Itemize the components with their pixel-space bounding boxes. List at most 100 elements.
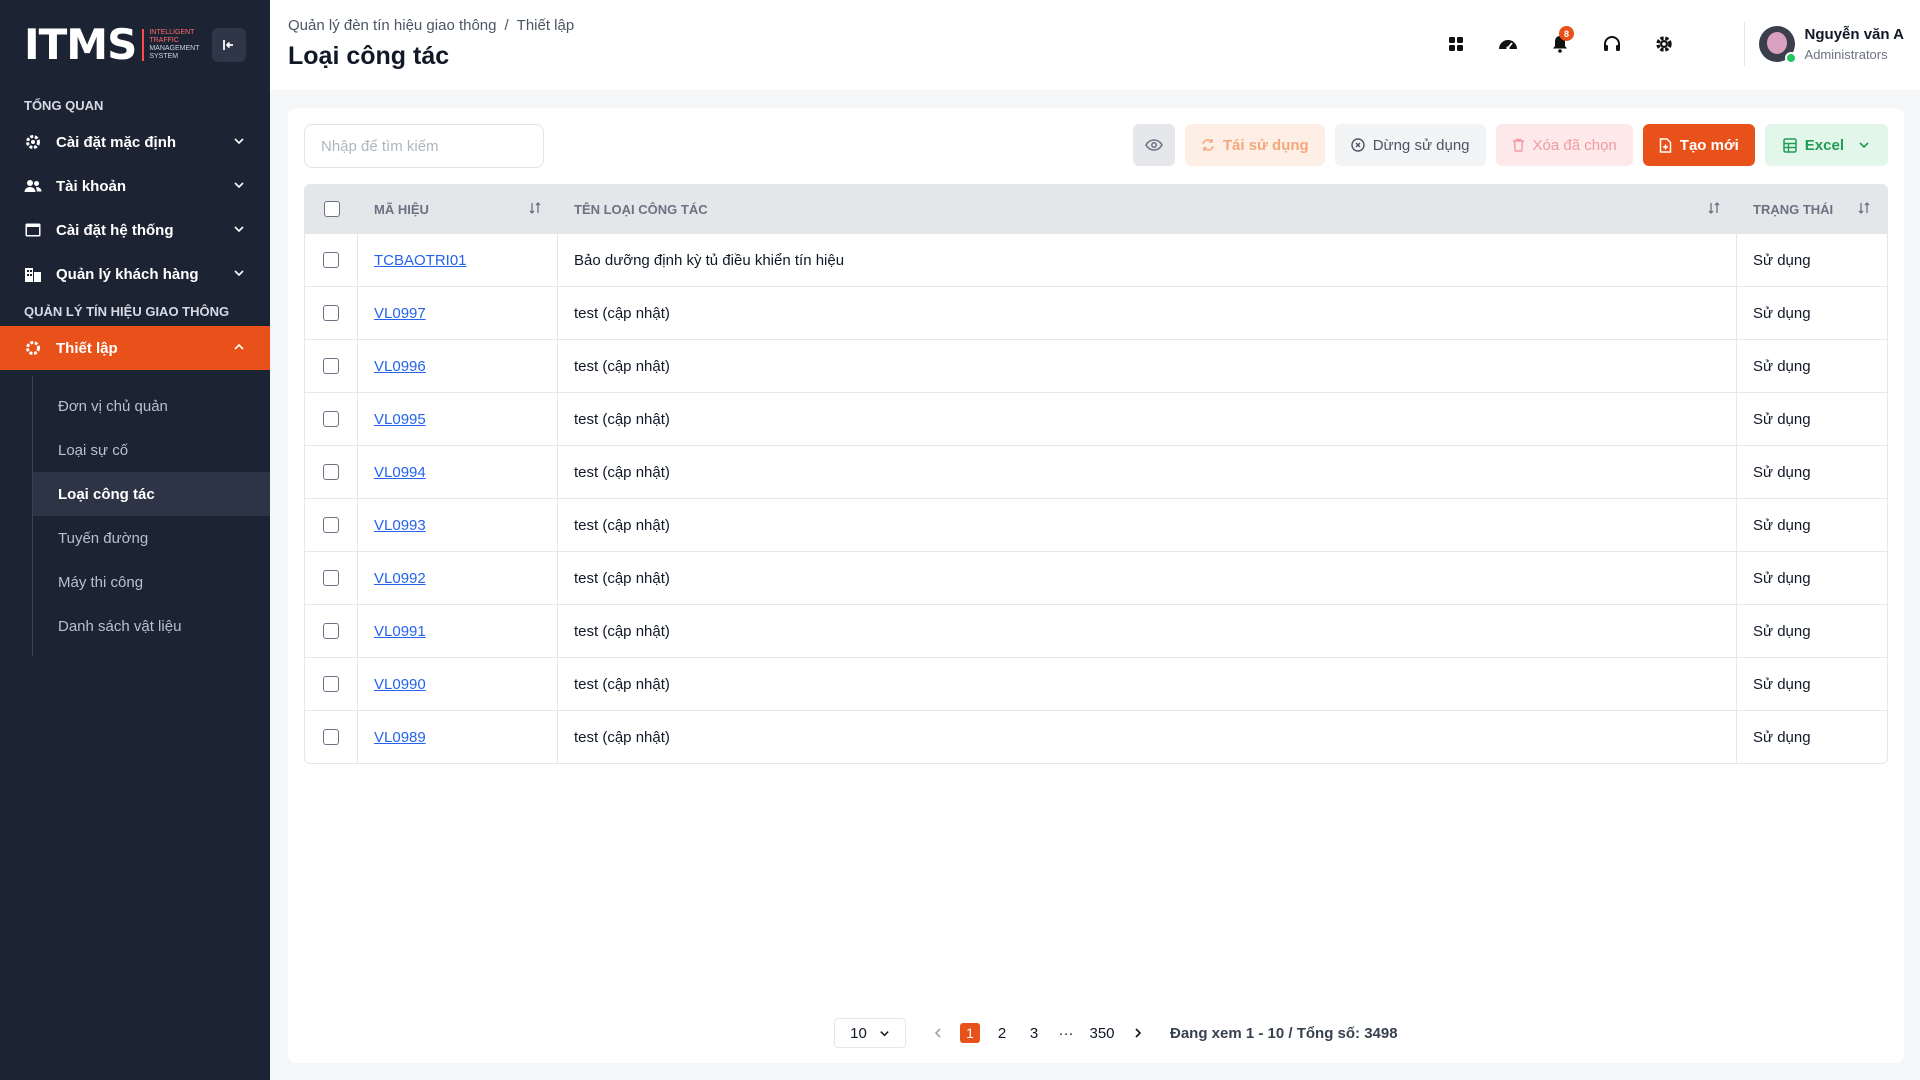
chevron-left-icon xyxy=(934,1028,941,1038)
collapse-sidebar-button[interactable] xyxy=(212,28,246,62)
section-title-traffic: QUẢN LÝ TÍN HIỆU GIAO THÔNG xyxy=(24,303,230,319)
user-menu[interactable]: Nguyễn văn A Administrators xyxy=(1758,26,1904,64)
excel-export-button[interactable]: Excel xyxy=(1764,124,1888,166)
select-all-checkbox[interactable] xyxy=(323,201,340,217)
reuse-button[interactable]: Tái sử dụng xyxy=(1184,124,1325,166)
row-name: test (cập nhật) xyxy=(574,728,670,746)
row-checkbox[interactable] xyxy=(323,570,339,586)
table-header: MÃ HIỆU TÊN LOẠI CÔNG TÁC TRẠNG THÁI xyxy=(305,185,1887,233)
sidebar-subitem-route[interactable]: Tuyến đường xyxy=(33,516,270,560)
page-title: Loại công tác xyxy=(288,42,450,70)
logo: ITMS INTELLIGENT TRAFFIC MANAGEMENT SYST… xyxy=(24,24,202,66)
row-status: Sử dụng xyxy=(1753,463,1811,481)
online-status-dot xyxy=(1784,52,1797,64)
table-row[interactable]: TCBAOTRI01 Bảo dưỡng định kỳ tủ điều khi… xyxy=(305,233,1887,286)
stop-using-label: Dừng sử dụng xyxy=(1372,136,1470,154)
toggle-columns-button[interactable] xyxy=(1132,124,1175,166)
row-code-link[interactable]: TCBAOTRI01 xyxy=(374,252,467,269)
row-name: test (cập nhật) xyxy=(574,357,670,375)
breadcrumb-current[interactable]: Thiết lập xyxy=(517,17,575,34)
stop-using-button[interactable]: Dừng sử dụng xyxy=(1334,124,1486,166)
page-button-1[interactable]: 1 xyxy=(954,1022,986,1044)
table-row[interactable]: VL0989 test (cập nhật) Sử dụng xyxy=(305,710,1887,763)
page-size-select[interactable]: 10 xyxy=(834,1018,906,1048)
settings-button[interactable] xyxy=(1648,28,1680,60)
breadcrumb-parent[interactable]: Quản lý đèn tín hiệu giao thông xyxy=(288,17,497,34)
row-status: Sử dụng xyxy=(1753,410,1811,428)
row-checkbox[interactable] xyxy=(323,411,339,427)
notifications-button[interactable]: 8 xyxy=(1544,26,1576,60)
sidebar-item-system-settings[interactable]: Cài đặt hệ thống xyxy=(0,208,270,252)
row-code-link[interactable]: VL0992 xyxy=(374,570,426,587)
pagination: 10 1 2 3 ··· 350 Đang xem 1 - 10 / Tổng … xyxy=(834,1018,1398,1048)
row-checkbox[interactable] xyxy=(323,623,339,639)
table-row[interactable]: VL0994 test (cập nhật) Sử dụng xyxy=(305,445,1887,498)
row-code-link[interactable]: VL0995 xyxy=(374,411,426,428)
sidebar-item-setup[interactable]: Thiết lập xyxy=(0,326,270,370)
notification-badge: 8 xyxy=(1559,26,1574,41)
breadcrumb: Quản lý đèn tín hiệu giao thông / Thiết … xyxy=(288,17,574,34)
row-checkbox[interactable] xyxy=(323,676,339,692)
row-code-link[interactable]: VL0994 xyxy=(374,464,426,481)
table-row[interactable]: VL0996 test (cập nhật) Sử dụng xyxy=(305,339,1887,392)
page-button-2[interactable]: 2 xyxy=(986,1022,1018,1044)
chevron-right-icon xyxy=(1135,1028,1142,1038)
window-icon xyxy=(24,221,42,239)
table-row[interactable]: VL0995 test (cập nhật) Sử dụng xyxy=(305,392,1887,445)
pagination-info: Đang xem 1 - 10 / Tổng số: 3498 xyxy=(1170,1024,1398,1042)
table-row[interactable]: VL0993 test (cập nhật) Sử dụng xyxy=(305,498,1887,551)
row-checkbox[interactable] xyxy=(323,358,339,374)
gear-icon xyxy=(24,339,42,357)
chevron-down-icon xyxy=(234,226,244,233)
user-name: Nguyễn văn A xyxy=(1804,26,1904,43)
table-row[interactable]: VL0990 test (cập nhật) Sử dụng xyxy=(305,657,1887,710)
column-header-name[interactable]: TÊN LOẠI CÔNG TÁC xyxy=(558,185,1737,233)
support-button[interactable] xyxy=(1596,28,1628,60)
column-header-code[interactable]: MÃ HIỆU xyxy=(358,185,558,233)
sort-icon[interactable] xyxy=(1707,201,1721,215)
apps-grid-button[interactable] xyxy=(1440,28,1472,60)
prev-page-button[interactable] xyxy=(922,1022,954,1044)
row-checkbox[interactable] xyxy=(323,252,339,268)
page-button-last[interactable]: 350 xyxy=(1082,1022,1122,1044)
sidebar-item-customers[interactable]: Quản lý khách hàng xyxy=(0,252,270,296)
collapse-left-icon xyxy=(223,40,233,50)
sidebar-subitem-materials[interactable]: Danh sách vật liệu xyxy=(33,604,270,648)
row-code-link[interactable]: VL0991 xyxy=(374,623,426,640)
row-code-link[interactable]: VL0990 xyxy=(374,676,426,693)
eye-icon xyxy=(1144,139,1163,151)
table-row[interactable]: VL0992 test (cập nhật) Sử dụng xyxy=(305,551,1887,604)
sidebar-item-accounts[interactable]: Tài khoản xyxy=(0,164,270,208)
row-name: Bảo dưỡng định kỳ tủ điều khiển tín hiệu xyxy=(574,251,845,269)
next-page-button[interactable] xyxy=(1122,1022,1154,1044)
row-status: Sử dụng xyxy=(1753,304,1811,322)
row-code-link[interactable]: VL0997 xyxy=(374,305,426,322)
sidebar-subitem-work-type[interactable]: Loại công tác xyxy=(33,472,270,516)
table-row[interactable]: VL0997 test (cập nhật) Sử dụng xyxy=(305,286,1887,339)
row-checkbox[interactable] xyxy=(323,464,339,480)
column-header-status[interactable]: TRẠNG THÁI xyxy=(1737,185,1887,233)
create-new-button[interactable]: Tạo mới xyxy=(1642,124,1755,166)
search-input[interactable] xyxy=(304,124,544,168)
row-checkbox[interactable] xyxy=(323,305,339,321)
page-ellipsis[interactable]: ··· xyxy=(1050,1022,1082,1044)
row-code-link[interactable]: VL0993 xyxy=(374,517,426,534)
delete-selected-button[interactable]: Xóa đã chọn xyxy=(1495,124,1633,166)
table-row[interactable]: VL0991 test (cập nhật) Sử dụng xyxy=(305,604,1887,657)
row-code-link[interactable]: VL0989 xyxy=(374,729,426,746)
row-name: test (cập nhật) xyxy=(574,622,670,640)
sidebar-item-default-settings[interactable]: Cài đặt mặc định xyxy=(0,120,270,164)
row-checkbox[interactable] xyxy=(323,729,339,745)
row-checkbox[interactable] xyxy=(323,517,339,533)
sidebar-subitem-owner-unit[interactable]: Đơn vị chủ quản xyxy=(33,384,270,428)
dashboard-button[interactable] xyxy=(1492,28,1524,60)
avatar xyxy=(1758,26,1797,64)
page-button-3[interactable]: 3 xyxy=(1018,1022,1050,1044)
work-type-table: MÃ HIỆU TÊN LOẠI CÔNG TÁC TRẠNG THÁI TCB… xyxy=(304,184,1888,764)
sort-icon[interactable] xyxy=(1857,201,1871,215)
sort-icon[interactable] xyxy=(528,201,542,215)
sidebar-subitem-machinery[interactable]: Máy thi công xyxy=(33,560,270,604)
row-code-link[interactable]: VL0996 xyxy=(374,358,426,375)
select-all-cell xyxy=(305,185,358,233)
sidebar-subitem-incident-type[interactable]: Loại sự cố xyxy=(33,428,270,472)
